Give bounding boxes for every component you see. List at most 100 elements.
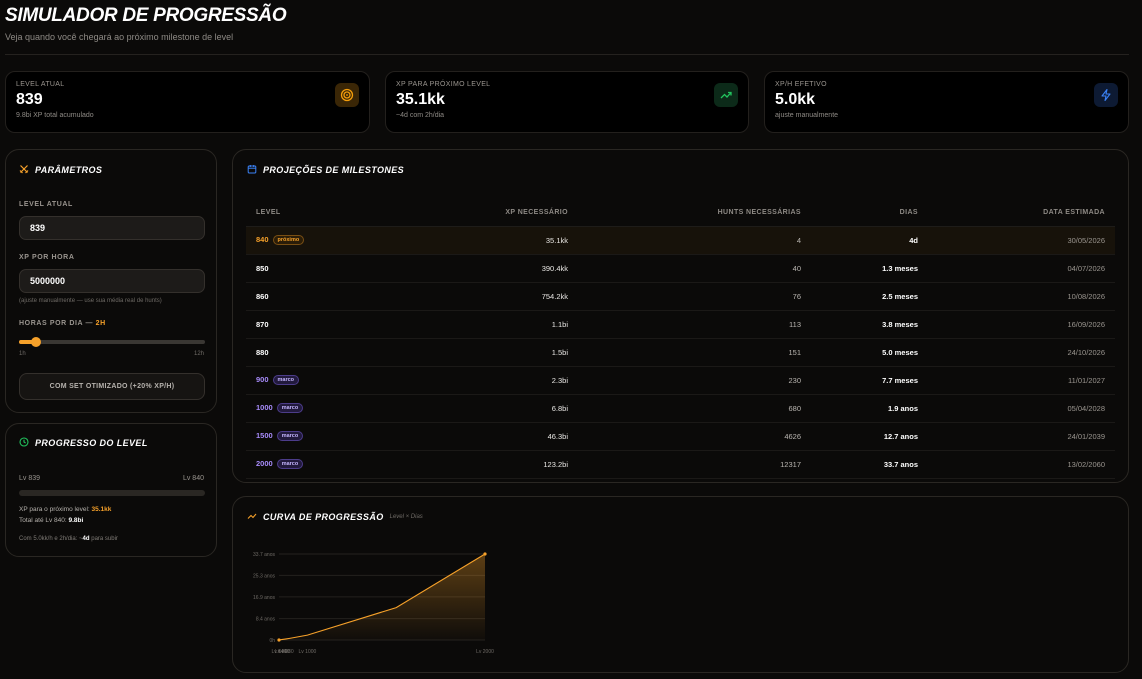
cell-hunts: 40 — [578, 254, 811, 283]
cell-dias: 1.3 meses — [811, 254, 928, 283]
page-subtitle: Veja quando você chegará ao próximo mile… — [5, 32, 234, 42]
cell-level: 1500 marco — [246, 422, 356, 451]
xp-next-value: 35.1kk — [91, 506, 112, 513]
col-xp: XP NECESSÁRIO — [356, 200, 578, 227]
col-dias: DIAS — [811, 200, 928, 227]
cell-dias: 12.7 anos — [811, 422, 928, 451]
chart-point-start — [277, 638, 281, 642]
progress-bar-track — [19, 490, 205, 496]
optimized-set-button[interactable]: COM SET OTIMIZADO (+20% XP/H) — [19, 373, 205, 400]
stat-value: 5.0kk — [775, 91, 816, 108]
level-value: 1000 — [256, 402, 273, 412]
level-field-label: LEVEL ATUAL — [19, 201, 73, 208]
cell-xp: 35.1kk — [356, 226, 578, 255]
clock-icon — [19, 437, 29, 449]
cell-dias: 5.0 meses — [811, 338, 928, 367]
trending-up-icon — [714, 83, 738, 107]
cell-xp: 390.4kk — [356, 254, 578, 283]
cell-level: 860 — [246, 282, 356, 311]
calendar-icon — [247, 164, 257, 176]
cell-hunts: 680 — [578, 394, 811, 423]
stat-sub: ~4d com 2h/dia — [396, 112, 445, 119]
table-row: 1500 marco 46.3bi 4626 12.7 anos 24/01/2039 — [246, 422, 1115, 451]
curve-card: CURVA DE PROGRESSÃO Level × Dias 0h 8.4 a… — [232, 496, 1129, 673]
cell-hunts: 76 — [578, 282, 811, 311]
params-card: PARÂMETROS LEVEL ATUAL 839 XP POR HORA 5… — [5, 149, 217, 413]
y-tick-label: 8.4 anos — [256, 617, 276, 623]
cell-date: 24/01/2039 — [928, 422, 1115, 451]
level-value: 900 — [256, 374, 269, 384]
cell-hunts: 230 — [578, 366, 811, 395]
level-value: 870 — [256, 319, 269, 329]
cell-level: 880 — [246, 338, 356, 367]
curve-title: CURVA DE PROGRESSÃO — [263, 512, 384, 522]
col-level: LEVEL — [246, 200, 356, 227]
level-value: 880 — [256, 347, 269, 357]
cell-hunts: 4626 — [578, 422, 811, 451]
milestone-badge: marco — [276, 459, 304, 469]
level-input[interactable]: 839 — [19, 216, 205, 240]
cell-hunts: 12317 — [578, 450, 811, 479]
col-data: DATA ESTIMADA — [928, 200, 1115, 227]
cell-dias: 33.7 anos — [811, 450, 928, 479]
eta-line: Com 5.0kk/h e 2h/dia: ~4d para subir — [19, 536, 118, 542]
cell-date: 04/07/2026 — [928, 254, 1115, 283]
cell-hunts: 151 — [578, 338, 811, 367]
cell-hunts: 4 — [578, 226, 811, 255]
hours-slider[interactable] — [19, 337, 205, 347]
xp-per-hour-input[interactable]: 5000000 — [19, 269, 205, 293]
cell-xp: 1.5bi — [356, 338, 578, 367]
cell-date: 11/01/2027 — [928, 366, 1115, 395]
xp-field-label: XP POR HORA — [19, 254, 75, 261]
milestone-badge: marco — [276, 403, 304, 413]
cell-date: 13/02/2060 — [928, 450, 1115, 479]
x-tick-label: Lv 1000 — [299, 649, 317, 655]
slider-thumb[interactable] — [30, 337, 41, 347]
progress-header: PROGRESSO DO LEVEL — [19, 437, 148, 449]
cell-xp: 2.3bi — [356, 366, 578, 395]
progress-title: PROGRESSO DO LEVEL — [35, 438, 148, 448]
hours-field-label: HORAS POR DIA — 2H — [19, 320, 106, 327]
level-value: 840 — [256, 234, 269, 244]
slider-max-label: 12h — [193, 351, 204, 357]
target-icon — [335, 83, 359, 107]
chart-point-end — [483, 552, 487, 556]
table-row: 850 390.4kk 40 1.3 meses 04/07/2026 — [246, 254, 1115, 283]
total-line: Total até Lv 840: 9.8bi — [19, 517, 84, 524]
slider-min-label: 1h — [19, 351, 26, 357]
cell-date: 10/08/2026 — [928, 282, 1115, 311]
y-tick-label: 25.3 anos — [253, 573, 275, 579]
milestones-title: PROJEÇÕES DE MILESTONES — [263, 165, 405, 175]
stat-card-xph: XP/H EFETIVO 5.0kk ajuste manualmente — [764, 71, 1129, 133]
next-badge: próximo — [272, 235, 305, 245]
cell-date: 05/04/2028 — [928, 394, 1115, 423]
curve-header: CURVA DE PROGRESSÃO Level × Dias — [247, 511, 423, 523]
milestones-table-wrap: LEVEL XP NECESSÁRIO HUNTS NECESSÁRIAS DI… — [246, 200, 1115, 479]
stat-sub: 9.8bi XP total acumulado — [16, 112, 94, 119]
level-value: 1500 — [256, 430, 273, 440]
cell-level: 2000 marco — [246, 450, 356, 479]
slider-track — [19, 340, 205, 344]
table-row: 900 marco 2.3bi 230 7.7 meses 11/01/2027 — [246, 366, 1115, 395]
cell-xp: 6.8bi — [356, 394, 578, 423]
params-title: PARÂMETROS — [35, 165, 103, 175]
cell-xp: 1.1bi — [356, 310, 578, 339]
stat-card-xp-next: XP PARA PRÓXIMO LEVEL 35.1kk ~4d com 2h/… — [385, 71, 749, 133]
header-divider — [5, 54, 1129, 55]
cell-dias: 1.9 anos — [811, 394, 928, 423]
col-hunts: HUNTS NECESSÁRIAS — [578, 200, 811, 227]
stat-label: XP PARA PRÓXIMO LEVEL — [396, 81, 491, 88]
cell-level: 840 próximo — [246, 226, 356, 255]
cell-date: 30/05/2026 — [928, 226, 1115, 255]
milestone-badge: marco — [272, 375, 300, 385]
cell-dias: 2.5 meses — [811, 282, 928, 311]
progress-from-label: Lv 839 — [19, 475, 41, 482]
cell-level: 850 — [246, 254, 356, 283]
eta-value: 4d — [82, 536, 90, 542]
stat-value: 35.1kk — [396, 91, 445, 108]
progress-to-label: Lv 840 — [182, 475, 204, 482]
level-value: 860 — [256, 291, 269, 301]
table-row: 860 754.2kk 76 2.5 meses 10/08/2026 — [246, 282, 1115, 311]
stat-card-level: LEVEL ATUAL 839 9.8bi XP total acumulado — [5, 71, 370, 133]
cell-xp: 46.3bi — [356, 422, 578, 451]
